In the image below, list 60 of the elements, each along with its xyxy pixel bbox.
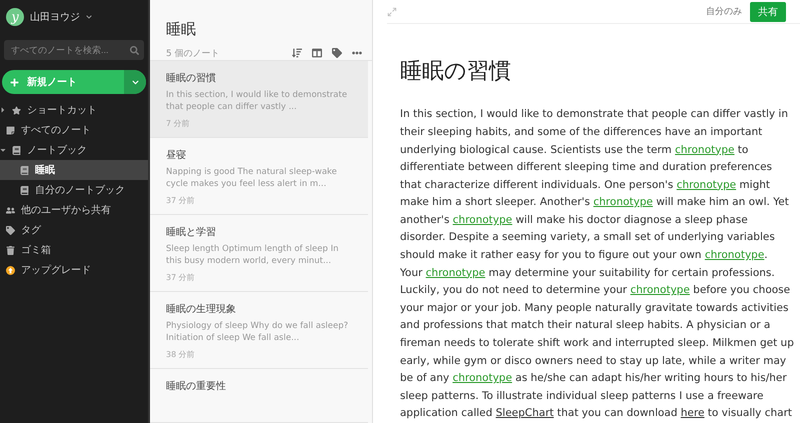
text-link[interactable]: here — [680, 407, 704, 420]
book-icon — [20, 166, 29, 174]
text-link[interactable]: chronotype — [676, 178, 736, 191]
note-title: 睡眠の生理現象 — [166, 302, 237, 316]
book-icon — [20, 186, 29, 194]
note-snippet: In this section, I would like to demonstrate that people can differ vastly ... — [166, 89, 348, 114]
body-paragraph: Your chronotype may determine your suitability for certain professions. Luckily, you do not need to determine your chronotype before you choose your major or your job. Many people naturally gravitate towards activities and professions that match their natural sleep habits. A physician or a fireman needs to tolerate shift work and interrupted sleep. Milkmen get up early, while gym or disco owners need to stay up late, while a writer may be of any chronotype as he/she can adapt his/her writing hours to his/her sleep patterns. To illustrate individual sleep patterns I use a freeware application called SleepChart that you can download here to visually chart — [400, 266, 794, 422]
chevron-icon[interactable] — [86, 14, 92, 20]
notebook-title: 睡眠 — [165, 19, 197, 40]
sort-icon[interactable] — [292, 48, 302, 58]
chevron-icon — [132, 78, 138, 86]
text-link[interactable]: chronotype — [452, 214, 512, 226]
sidebar-item[interactable]: 自分のノートブック — [0, 180, 148, 200]
note-title: 昼寝 — [166, 148, 187, 162]
sidebar-item[interactable]: ゴミ箱 — [0, 240, 148, 260]
star-icon — [12, 106, 21, 114]
book-icon — [12, 146, 21, 154]
sidebar-item[interactable]: 他のユーザから共有 — [0, 200, 148, 220]
note-snippet: Sleep length Optimum length of sleep In this busy modern world, every minut... — [166, 243, 340, 268]
view-icon[interactable] — [312, 48, 322, 58]
text-link[interactable]: chronotype — [452, 372, 512, 384]
note-count: 5 個のノート — [166, 48, 220, 60]
text-link[interactable]: chronotype — [630, 284, 690, 296]
note-title: 睡眠の重要性 — [166, 380, 227, 394]
visibility-label: 自分のみ — [706, 6, 742, 18]
text-link[interactable]: SleepChart — [496, 407, 554, 420]
caret-icon — [0, 146, 6, 154]
account-name[interactable]: 山田ヨウジ — [30, 10, 80, 24]
search-field[interactable]: すべてのノートを検索... — [4, 40, 144, 60]
note-time: 37 分前 — [166, 272, 196, 284]
text-link[interactable]: chronotype — [674, 144, 734, 156]
text-link[interactable]: chronotype — [704, 249, 764, 262]
text-link[interactable]: chronotype — [426, 266, 486, 279]
note-heading: 睡眠の習慣 — [400, 58, 512, 86]
plus-icon — [10, 78, 19, 86]
note-card[interactable]: 睡眠の習慣 In this section, I would like to demonstrate that people can differ vastly ... 7 分前 — [150, 61, 368, 138]
sidebar-item[interactable]: タグ — [0, 220, 148, 240]
sidebar-item[interactable]: アップグレード — [0, 260, 148, 280]
upgrade-coin-icon — [6, 266, 15, 274]
body-paragraph: In this section, I would like to demonstrate that people can differ vastly in their sleeping habits, and some of the differences have an important underlying biological cause. Scientists use the term chronotype to differentiate between different sleeping time and duration preferences that characterize different individuals. One person's chronotype might make him a short sleeper. Another's chronotype will make him an owl. Yet another's chronotype will make his doctor diagnose a sleep phase disorder. Despite a seeming variety, a small set of underlying variables should make it rather easy for you to figure out your own chronotype. — [400, 107, 790, 264]
tag-icon[interactable] — [332, 48, 342, 58]
note-snippet: Napping is good The natural sleep-wake cycle makes you feel less alert in m... — [166, 166, 338, 190]
text-link[interactable]: chronotype — [593, 196, 653, 208]
search-icon — [130, 46, 139, 54]
sidebar-item[interactable]: 睡眠 — [0, 160, 148, 180]
sidebar-item[interactable]: すべてのノート — [0, 120, 148, 140]
note-title: 睡眠の習慣 — [166, 72, 217, 86]
note-icon — [6, 126, 15, 134]
caret-icon — [0, 106, 6, 114]
tag-icon — [6, 226, 15, 234]
people-icon — [6, 206, 15, 214]
note-time: 38 分前 — [166, 349, 196, 360]
note-snippet: Physiology of sleep Why do we fall asleep? Initiation of sleep We fall asle... — [166, 320, 350, 344]
note-time: 37 分前 — [166, 195, 196, 206]
dropdown-toggle[interactable] — [124, 70, 146, 94]
note-title: 睡眠と学習 — [166, 226, 217, 240]
trash-icon — [6, 246, 15, 254]
sidebar-item[interactable]: ショートカット — [0, 100, 148, 120]
note-time: 7 分前 — [166, 118, 191, 130]
sidebar-item[interactable]: ノートブック — [0, 140, 148, 160]
